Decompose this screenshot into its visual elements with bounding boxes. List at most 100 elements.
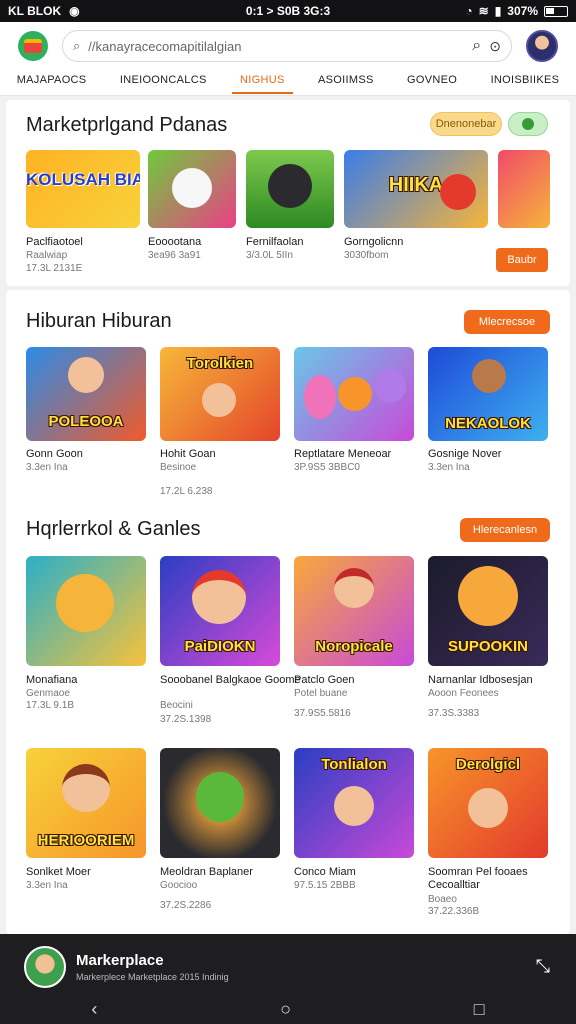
game-sub: 17.3L 2131E xyxy=(26,263,83,274)
game-sub: 3.3en Ina xyxy=(26,880,68,891)
dock-title: Markerplace xyxy=(76,952,164,969)
game-sub: 37.2S.1398 xyxy=(160,714,212,725)
search-input-icon: ⌕ xyxy=(73,38,81,53)
game-name: Patclo Goen xyxy=(294,674,355,686)
section-more-button[interactable]: Hlerecanlesn xyxy=(460,518,550,542)
game-sub: 3/3.0L 5IIn xyxy=(246,250,293,261)
category-tabs: MAJAPAOCS INEIOONCALCS NIGHUS ASOIIMSS G… xyxy=(0,70,576,96)
tile-title: KOLUSAH BIAORA xyxy=(26,170,140,189)
back-icon[interactable]: ‹ xyxy=(91,999,97,1020)
tab-3[interactable]: ASOIIMSS xyxy=(310,70,382,92)
game-sub: 3030fbom xyxy=(344,250,389,261)
home-icon[interactable]: ○ xyxy=(280,999,291,1020)
section-title: Hiburan Hiburan xyxy=(26,310,172,332)
game-tile[interactable]: HERIOORIEM xyxy=(26,748,146,858)
game-sub: 3ea96 3a91 xyxy=(148,250,201,261)
game-tile[interactable] xyxy=(294,347,414,441)
game-sub: 37.2S.2286 xyxy=(160,900,212,911)
search-icon[interactable]: ⌕ xyxy=(472,37,481,55)
tab-5[interactable]: INOISBIIKES xyxy=(483,70,568,92)
see-more-button[interactable]: Baubr xyxy=(496,248,548,272)
game-name: Reptlatare Meneoar xyxy=(294,448,392,460)
dock-subtitle: Markerplece Marketplace 2015 Indinig xyxy=(76,972,229,982)
section-title: Hqrlerrkol & Ganles xyxy=(26,518,201,540)
mic-icon[interactable]: ⊙ xyxy=(489,38,501,55)
game-name: Monafiana xyxy=(26,674,78,686)
game-name: Narnanlar Idbosesjan xyxy=(428,674,533,686)
game-name: Hohit Goan xyxy=(160,448,216,460)
game-tile[interactable]: Noropicale xyxy=(294,556,414,666)
tile-title: NEKAOLOK xyxy=(445,415,531,432)
game-tile[interactable] xyxy=(160,748,280,858)
tile-title: Torolkien xyxy=(186,355,254,372)
game-sub: 3.3en Ina xyxy=(428,462,470,473)
game-sub: 17.2L 6.238 xyxy=(160,486,213,497)
tab-4[interactable]: GOVNEO xyxy=(399,70,465,92)
game-sub: 17.3L 9.1B xyxy=(26,700,75,711)
game-tile-2[interactable] xyxy=(246,150,334,228)
recents-icon[interactable]: □ xyxy=(474,999,485,1020)
game-sub: 97.5.15 2BBB xyxy=(294,880,356,891)
game-name: Conco Miam xyxy=(294,866,356,878)
main-content: Hiburan Hiburan Mlecrecsoe POLEOOA Torol… xyxy=(6,290,570,934)
dock-avatar[interactable] xyxy=(24,946,66,988)
top-app-bar: ⌕ //kanayracecomapitilalgian ⌕ ⊙ xyxy=(0,22,576,70)
tile-title: Derolgicl xyxy=(455,756,521,773)
status-time: 0:1 > S0B 3G:3 xyxy=(245,4,331,18)
system-nav-bar: ‹ ○ □ xyxy=(0,994,576,1024)
game-sub: Goocioo xyxy=(160,880,198,891)
game-sub: Aooon Feonees xyxy=(428,688,499,699)
game-tile[interactable]: Torolkien xyxy=(160,347,280,441)
bottom-dock: Markerplace Markerplece Marketplace 2015… xyxy=(0,934,576,1024)
alarm-icon: ◔ xyxy=(465,4,473,18)
wifi-icon: ≋ xyxy=(478,4,489,18)
tile-title: POLEOOA xyxy=(48,413,124,430)
game-sub: Potel buane xyxy=(294,688,348,699)
tile-title: PaiDIOKN xyxy=(184,638,256,655)
game-tile[interactable]: NEKAOLOK xyxy=(428,347,548,441)
game-name: Gonn Goon xyxy=(26,448,83,460)
game-sub: 37.9S5.5816 xyxy=(294,708,351,719)
game-sub: 3.3en Ina xyxy=(26,462,68,473)
tab-2[interactable]: NIGHUS xyxy=(232,70,293,94)
collapse-icon[interactable]: ⤡ xyxy=(536,956,550,977)
game-tile[interactable] xyxy=(26,556,146,666)
toggle-pill[interactable] xyxy=(508,112,548,136)
game-tile[interactable]: Tonlialon xyxy=(294,748,414,858)
carrier-label: KL BLOK xyxy=(8,4,62,18)
game-tile[interactable]: PaiDIOKN xyxy=(160,556,280,666)
game-name: Meoldran Baplaner xyxy=(160,866,253,878)
battery-icon xyxy=(544,5,568,17)
game-tile-0[interactable]: KOLUSAH BIAORA xyxy=(26,150,140,228)
search-bar[interactable]: ⌕ //kanayracecomapitilalgian ⌕ ⊙ xyxy=(62,30,512,62)
notification-icon: ◉ xyxy=(69,4,80,18)
filter-pill[interactable]: Dnenonebar xyxy=(430,112,502,136)
section-more-button[interactable]: Mlecrecsoe xyxy=(464,310,550,334)
game-name: Sonlket Moer xyxy=(26,866,91,878)
game-name: Gorngolicnn xyxy=(344,236,404,248)
game-sub: 37.22.336B xyxy=(428,906,480,917)
game-tile-4[interactable] xyxy=(498,150,550,228)
game-tile[interactable]: Derolgicl xyxy=(428,748,548,858)
game-name: Gosnige Nover xyxy=(428,448,502,460)
game-tile-3[interactable]: HIIKA xyxy=(344,150,488,228)
profile-avatar[interactable] xyxy=(526,30,558,62)
game-tile[interactable]: POLEOOA xyxy=(26,347,146,441)
game-name: Soomran Pel fooaes Cecoalltiar xyxy=(428,866,528,891)
signal-icon: ▮ xyxy=(494,4,502,18)
game-sub: Beocini xyxy=(160,700,193,711)
game-name: Sooobanel Balgkaoe Goome xyxy=(160,674,301,686)
tile-title: Noropicale xyxy=(315,638,393,655)
game-sub: Genmaoe xyxy=(26,688,70,699)
battery-percent: 307% xyxy=(507,4,538,18)
game-tile-1[interactable] xyxy=(148,150,236,228)
tab-0[interactable]: MAJAPAOCS xyxy=(9,70,95,92)
store-logo-icon[interactable] xyxy=(18,31,48,61)
search-input[interactable]: //kanayracecomapitilalgian xyxy=(88,39,464,54)
game-tile[interactable]: SUPOOKIN xyxy=(428,556,548,666)
game-name: Fernilfaolan xyxy=(246,236,304,248)
tab-1[interactable]: INEIOONCALCS xyxy=(112,70,215,92)
game-name: Paclfiaotoel xyxy=(26,236,83,248)
game-sub: 37.3S.3383 xyxy=(428,708,480,719)
toggle-dot-icon xyxy=(522,118,534,130)
